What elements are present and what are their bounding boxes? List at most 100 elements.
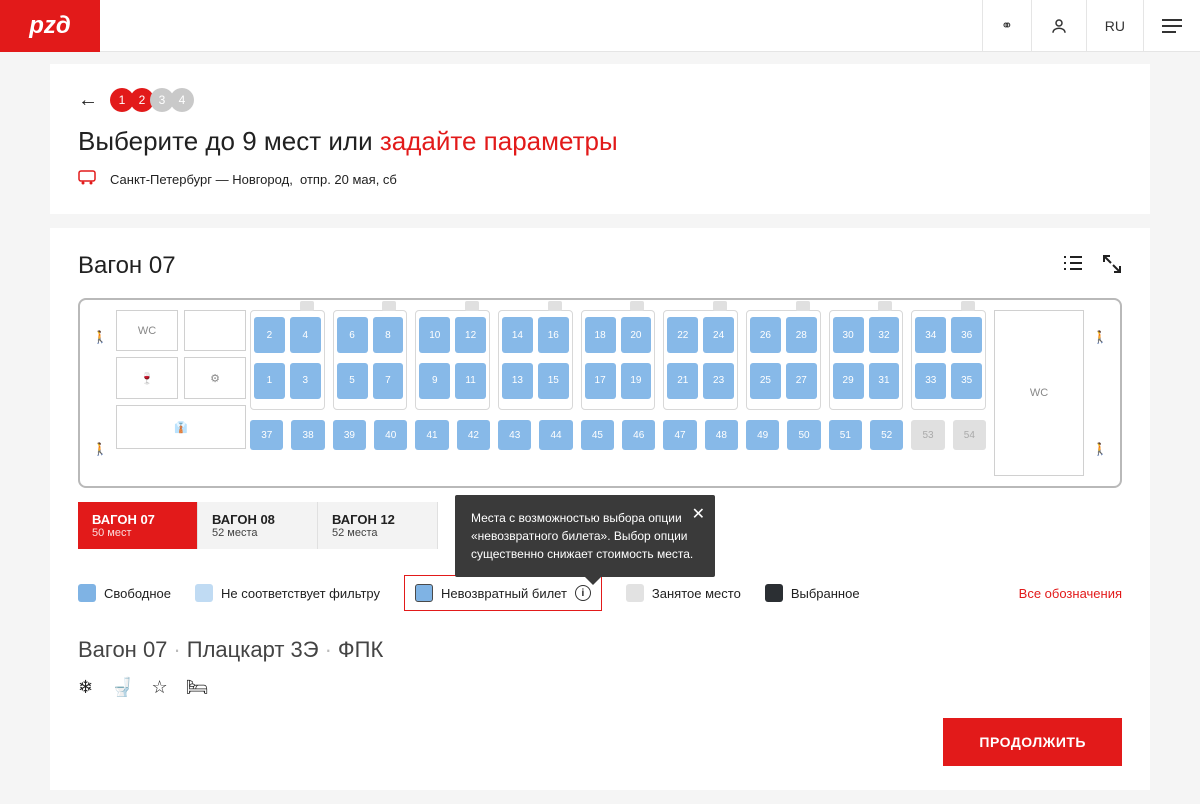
seat[interactable]: 33 bbox=[915, 363, 946, 399]
progress-steps: 1 2 3 4 bbox=[110, 88, 190, 112]
car-detail: Вагон 07·Плацкарт 3Э·ФПК bbox=[78, 637, 1122, 663]
seat[interactable]: 21 bbox=[667, 363, 698, 399]
seat[interactable]: 23 bbox=[703, 363, 734, 399]
seat[interactable]: 27 bbox=[786, 363, 817, 399]
cup-icon bbox=[548, 301, 562, 311]
selection-header-card: ← 1 2 3 4 Выберите до 9 мест или задайте… bbox=[50, 64, 1150, 214]
expand-icon[interactable] bbox=[1102, 254, 1122, 279]
seat[interactable]: 9 bbox=[419, 363, 450, 399]
route-info: Санкт-Петербург — Новгород, отпр. 20 мая… bbox=[78, 169, 1122, 190]
side-seat[interactable]: 37 bbox=[250, 420, 283, 450]
coupe: 26282527 bbox=[746, 310, 821, 410]
side-seat[interactable]: 52 bbox=[870, 420, 903, 450]
side-seat[interactable]: 51 bbox=[829, 420, 862, 450]
side-seat[interactable]: 48 bbox=[705, 420, 738, 450]
seat-icon: 🚽 bbox=[111, 677, 133, 698]
set-params-link[interactable]: задайте параметры bbox=[380, 126, 618, 156]
info-icon[interactable]: i bbox=[575, 585, 591, 601]
side-seat[interactable]: 44 bbox=[539, 420, 572, 450]
side-seat[interactable]: 39 bbox=[333, 420, 366, 450]
menu-icon[interactable] bbox=[1143, 0, 1200, 52]
side-seat[interactable]: 38 bbox=[291, 420, 324, 450]
seat[interactable]: 34 bbox=[915, 317, 946, 353]
exit-icon: 🚶 bbox=[88, 330, 112, 344]
cup-icon bbox=[382, 301, 396, 311]
side-seat[interactable]: 49 bbox=[746, 420, 779, 450]
all-legend-link[interactable]: Все обозначения bbox=[1019, 586, 1122, 601]
seat[interactable]: 11 bbox=[455, 363, 486, 399]
seat[interactable]: 29 bbox=[833, 363, 864, 399]
coupe: 34363335 bbox=[911, 310, 986, 410]
seat[interactable]: 6 bbox=[337, 317, 368, 353]
seat[interactable]: 25 bbox=[750, 363, 781, 399]
seat[interactable]: 30 bbox=[833, 317, 864, 353]
conductor-room: 👔 bbox=[116, 405, 246, 449]
list-view-icon[interactable] bbox=[1062, 254, 1084, 279]
seat[interactable]: 19 bbox=[621, 363, 652, 399]
seat[interactable]: 28 bbox=[786, 317, 817, 353]
seat[interactable]: 15 bbox=[538, 363, 569, 399]
seat[interactable]: 12 bbox=[455, 317, 486, 353]
seat[interactable]: 3 bbox=[290, 363, 321, 399]
nonrefundable-legend[interactable]: Невозвратный билет i bbox=[404, 575, 602, 611]
car-tab[interactable]: ВАГОН 1252 места bbox=[318, 502, 438, 549]
side-seat[interactable]: 41 bbox=[415, 420, 448, 450]
side-seat[interactable]: 45 bbox=[581, 420, 614, 450]
seat[interactable]: 20 bbox=[621, 317, 652, 353]
side-seat[interactable]: 50 bbox=[787, 420, 820, 450]
logo[interactable]: pzд bbox=[0, 0, 100, 52]
coupe: 30322931 bbox=[829, 310, 904, 410]
side-seat[interactable]: 47 bbox=[663, 420, 696, 450]
glasses-icon[interactable]: ⚭ bbox=[982, 0, 1031, 52]
cup-icon bbox=[961, 301, 975, 311]
coupe: 6857 bbox=[333, 310, 408, 410]
seat[interactable]: 32 bbox=[869, 317, 900, 353]
seat[interactable]: 35 bbox=[951, 363, 982, 399]
staff-room bbox=[184, 310, 246, 351]
seat[interactable]: 14 bbox=[502, 317, 533, 353]
seat[interactable]: 2 bbox=[254, 317, 285, 353]
cup-icon bbox=[878, 301, 892, 311]
swatch-nonref bbox=[415, 584, 433, 602]
close-icon[interactable]: ✕ bbox=[692, 503, 705, 527]
seat[interactable]: 36 bbox=[951, 317, 982, 353]
cup-icon bbox=[465, 301, 479, 311]
seat[interactable]: 8 bbox=[373, 317, 404, 353]
seat[interactable]: 1 bbox=[254, 363, 285, 399]
user-icon[interactable] bbox=[1031, 0, 1086, 52]
star-icon: ☆ bbox=[152, 677, 168, 698]
side-seat[interactable]: 43 bbox=[498, 420, 531, 450]
seat[interactable]: 18 bbox=[585, 317, 616, 353]
exit-icon: 🚶 bbox=[1088, 442, 1112, 456]
seat[interactable]: 31 bbox=[869, 363, 900, 399]
language-button[interactable]: RU bbox=[1086, 0, 1143, 52]
header: pzд ⚭ RU bbox=[0, 0, 1200, 52]
exit-icon: 🚶 bbox=[1088, 330, 1112, 344]
coupe: 1012911 bbox=[415, 310, 490, 410]
seat[interactable]: 10 bbox=[419, 317, 450, 353]
seat[interactable]: 4 bbox=[290, 317, 321, 353]
seat[interactable]: 24 bbox=[703, 317, 734, 353]
seat[interactable]: 17 bbox=[585, 363, 616, 399]
back-arrow-icon[interactable]: ← bbox=[78, 89, 98, 112]
continue-button[interactable]: ПРОДОЛЖИТЬ bbox=[943, 718, 1122, 766]
side-seat[interactable]: 40 bbox=[374, 420, 407, 450]
seat[interactable]: 26 bbox=[750, 317, 781, 353]
side-seat[interactable]: 46 bbox=[622, 420, 655, 450]
cup-icon bbox=[713, 301, 727, 311]
settings-room: ⚙ bbox=[184, 357, 246, 399]
service-area: WC 🍷 ⚙ 👔 bbox=[116, 310, 246, 476]
samovar-icon: 🍷 bbox=[116, 357, 178, 399]
train-icon bbox=[78, 169, 100, 190]
seat[interactable]: 5 bbox=[337, 363, 368, 399]
side-seat[interactable]: 42 bbox=[457, 420, 490, 450]
right-endcap: 🚶 🚶 bbox=[1088, 310, 1112, 476]
swatch-free bbox=[78, 584, 96, 602]
seat[interactable]: 7 bbox=[373, 363, 404, 399]
seat[interactable]: 13 bbox=[502, 363, 533, 399]
car-tab[interactable]: ВАГОН 0852 места bbox=[198, 502, 318, 549]
car-tab[interactable]: ВАГОН 0750 мест bbox=[78, 502, 198, 549]
seat[interactable]: 22 bbox=[667, 317, 698, 353]
step-4: 4 bbox=[170, 88, 194, 112]
seat[interactable]: 16 bbox=[538, 317, 569, 353]
